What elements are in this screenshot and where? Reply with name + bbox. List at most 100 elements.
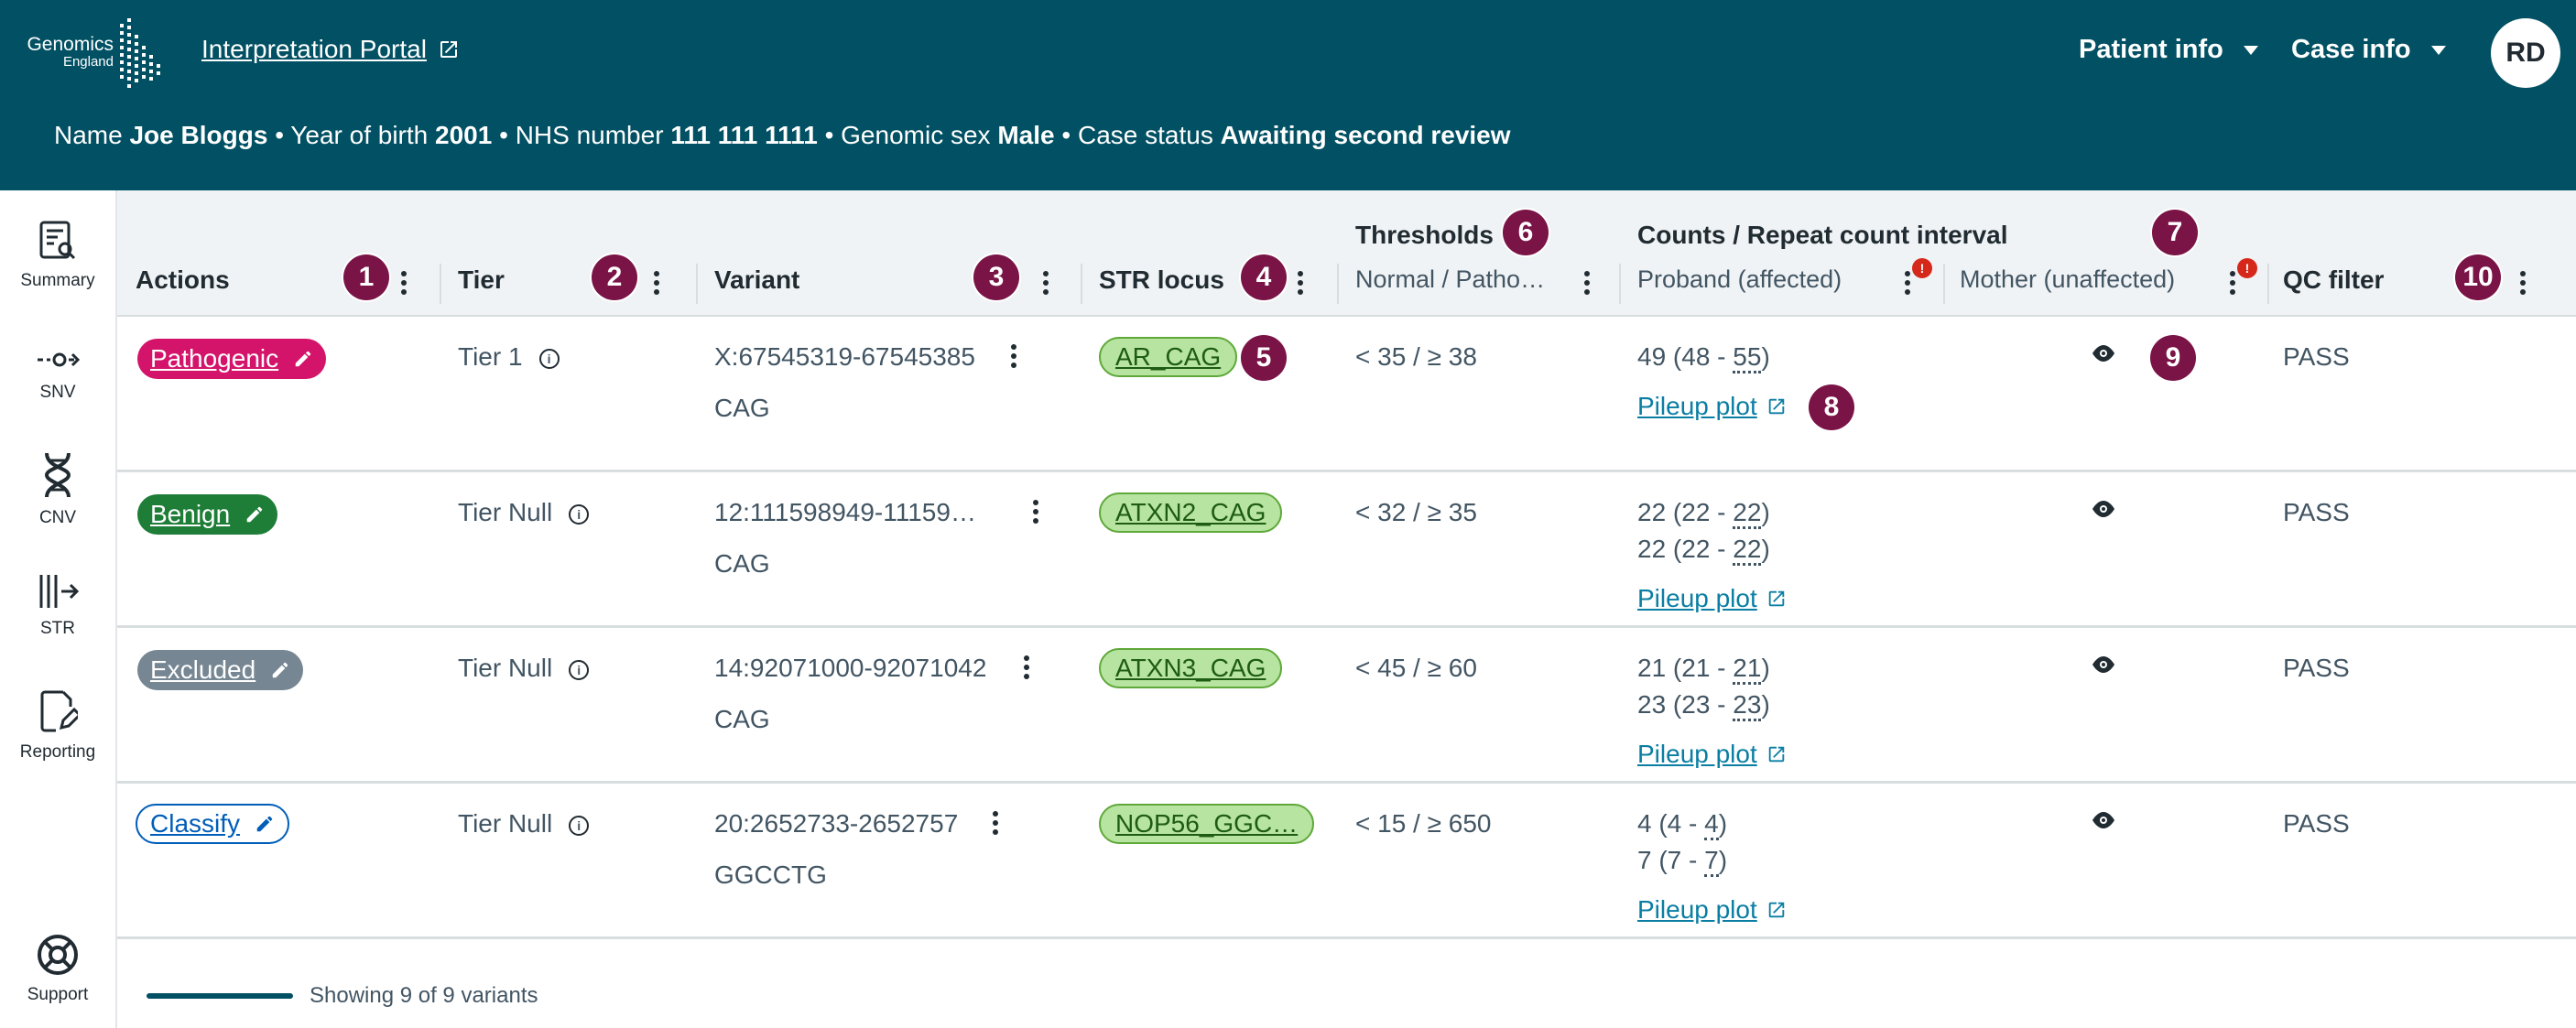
classification-label: Pathogenic xyxy=(150,344,279,373)
sidebar-item-summary[interactable]: Summary xyxy=(0,220,115,291)
variant-row-menu-icon[interactable] xyxy=(991,807,1000,839)
annotation-badge-8: 8 xyxy=(1809,384,1854,430)
pileup-plot-link[interactable]: Pileup plot xyxy=(1637,392,1787,421)
name-label: Name xyxy=(54,121,123,149)
table-row: Pathogenic Tier 1 i X:67545319-67545385 C… xyxy=(117,317,2576,472)
top-header: Genomics England Interpretation Portal P… xyxy=(0,0,2576,190)
classification-button-excluded[interactable]: Excluded xyxy=(137,650,304,690)
sidebar-item-snv[interactable]: SNV xyxy=(0,346,115,403)
tier-cell: Tier Null i xyxy=(458,498,590,527)
proband-count: 49 (48 - 55) xyxy=(1637,342,1770,373)
proband-count: 21 (21 - 21) xyxy=(1637,654,1770,685)
scroll-progress-bar[interactable] xyxy=(147,993,293,999)
column-divider xyxy=(696,264,698,304)
sidebar-item-support[interactable]: Support xyxy=(0,934,115,1005)
thresholds-column-menu-icon[interactable] xyxy=(1582,267,1592,298)
logo-dots-icon xyxy=(120,18,160,88)
separator: • xyxy=(275,121,284,149)
classification-button-classify[interactable]: Classify xyxy=(136,804,290,844)
portal-link-label: Interpretation Portal xyxy=(201,35,427,63)
variant-coordinates: X:67545319-67545385 xyxy=(714,342,975,371)
eye-icon[interactable] xyxy=(2091,500,2116,518)
str-locus-chip[interactable]: ATXN3_CAG xyxy=(1099,648,1283,688)
qc-column-menu-icon[interactable] xyxy=(2518,267,2527,298)
dna-icon xyxy=(44,452,71,498)
table-row: Classify Tier Null i 20:2652733-2652757 G… xyxy=(117,784,2576,939)
case-status: Awaiting second review xyxy=(1220,121,1511,149)
variant-column-menu-icon[interactable] xyxy=(1041,267,1050,298)
proband-count: 22 (22 - 22) xyxy=(1637,535,1770,566)
sidebar-item-str[interactable]: STR xyxy=(0,573,115,639)
column-divider xyxy=(440,264,441,304)
header-str-locus: STR locus xyxy=(1099,265,1224,294)
column-divider xyxy=(1337,264,1339,304)
status-label: Case status xyxy=(1077,121,1213,149)
tier-column-menu-icon[interactable] xyxy=(652,267,661,298)
classification-button-benign[interactable]: Benign xyxy=(137,494,278,535)
eye-icon[interactable] xyxy=(2091,655,2116,674)
separator: • xyxy=(1061,121,1071,149)
summary-icon xyxy=(39,221,76,260)
eye-icon[interactable] xyxy=(2091,811,2116,829)
classification-button-pathogenic[interactable]: Pathogenic xyxy=(137,339,327,379)
pileup-plot-link[interactable]: Pileup plot xyxy=(1637,740,1787,769)
patient-info-menu[interactable]: Patient info xyxy=(2079,35,2258,65)
caret-down-icon xyxy=(2243,45,2258,55)
str-locus-chip[interactable]: NOP56_GGC… xyxy=(1099,804,1315,844)
info-icon[interactable]: i xyxy=(569,815,590,836)
pileup-plot-link[interactable]: Pileup plot xyxy=(1637,584,1787,613)
tier-cell: Tier 1 i xyxy=(458,342,560,372)
header-thresholds: Normal / Patho… xyxy=(1355,265,1546,293)
actions-column-menu-icon[interactable] xyxy=(399,267,408,298)
tier-value: Tier 1 xyxy=(458,342,523,371)
caret-down-icon xyxy=(2430,45,2446,55)
proband-count: 4 (4 - 4) xyxy=(1637,809,1727,840)
info-icon[interactable]: i xyxy=(569,503,590,525)
user-avatar[interactable]: RD xyxy=(2491,18,2560,88)
header-variant: Variant xyxy=(714,265,800,294)
sidebar-item-cnv[interactable]: CNV xyxy=(0,451,115,528)
header-actions: Actions xyxy=(136,265,230,294)
genomics-england-logo[interactable]: Genomics England xyxy=(22,16,160,88)
pileup-plot-label: Pileup plot xyxy=(1637,584,1757,612)
mother-column-menu-icon[interactable] xyxy=(2228,267,2237,298)
pileup-plot-link[interactable]: Pileup plot xyxy=(1637,895,1787,925)
variant-row-menu-icon[interactable] xyxy=(1009,341,1018,372)
threshold-value: < 15 / ≥ 650 xyxy=(1355,809,1492,838)
variant-row-menu-icon[interactable] xyxy=(1022,652,1031,683)
str-locus-chip[interactable]: ATXN2_CAG xyxy=(1099,492,1283,533)
main-content: Actions 1 Tier 2 Variant 3 STR locus 4 T… xyxy=(117,190,2576,1028)
annotation-badge-3: 3 xyxy=(973,254,1019,300)
annotation-badge-6: 6 xyxy=(1503,210,1549,255)
variant-motif: CAG xyxy=(714,549,770,578)
pencil-icon xyxy=(272,662,288,678)
str-locus-column-menu-icon[interactable] xyxy=(1296,267,1305,298)
variant-row-menu-icon[interactable] xyxy=(1031,496,1040,527)
report-edit-icon xyxy=(40,690,78,732)
qc-status: PASS xyxy=(2283,498,2350,526)
info-icon[interactable]: i xyxy=(569,659,590,680)
str-locus-chip[interactable]: AR_CAG xyxy=(1099,337,1238,377)
annotation-badge-9: 9 xyxy=(2150,335,2196,381)
interpretation-portal-link[interactable]: Interpretation Portal xyxy=(201,35,460,64)
proband-column-menu-icon[interactable] xyxy=(1903,267,1912,298)
external-link-icon xyxy=(440,41,457,58)
nhs-label: NHS number xyxy=(515,121,664,149)
sidebar-item-reporting[interactable]: Reporting xyxy=(0,689,115,763)
pencil-icon xyxy=(256,816,273,832)
header-counts-group: Counts / Repeat count interval xyxy=(1637,221,2008,249)
qc-status: PASS xyxy=(2283,654,2350,682)
pencil-icon xyxy=(246,506,263,523)
mother-alert-icon: ! xyxy=(2237,258,2257,278)
info-icon[interactable]: i xyxy=(538,348,560,369)
external-link-icon xyxy=(1768,398,1785,415)
header-proband: Proband (affected) xyxy=(1637,265,1842,293)
case-info-menu[interactable]: Case info xyxy=(2291,35,2446,65)
annotation-badge-5: 5 xyxy=(1241,335,1287,381)
separator: • xyxy=(499,121,508,149)
sex-label: Genomic sex xyxy=(841,121,991,149)
eye-icon[interactable] xyxy=(2091,344,2116,363)
column-divider xyxy=(1943,264,1945,304)
sidebar-item-label: CNV xyxy=(38,508,77,527)
support-icon xyxy=(38,935,78,975)
